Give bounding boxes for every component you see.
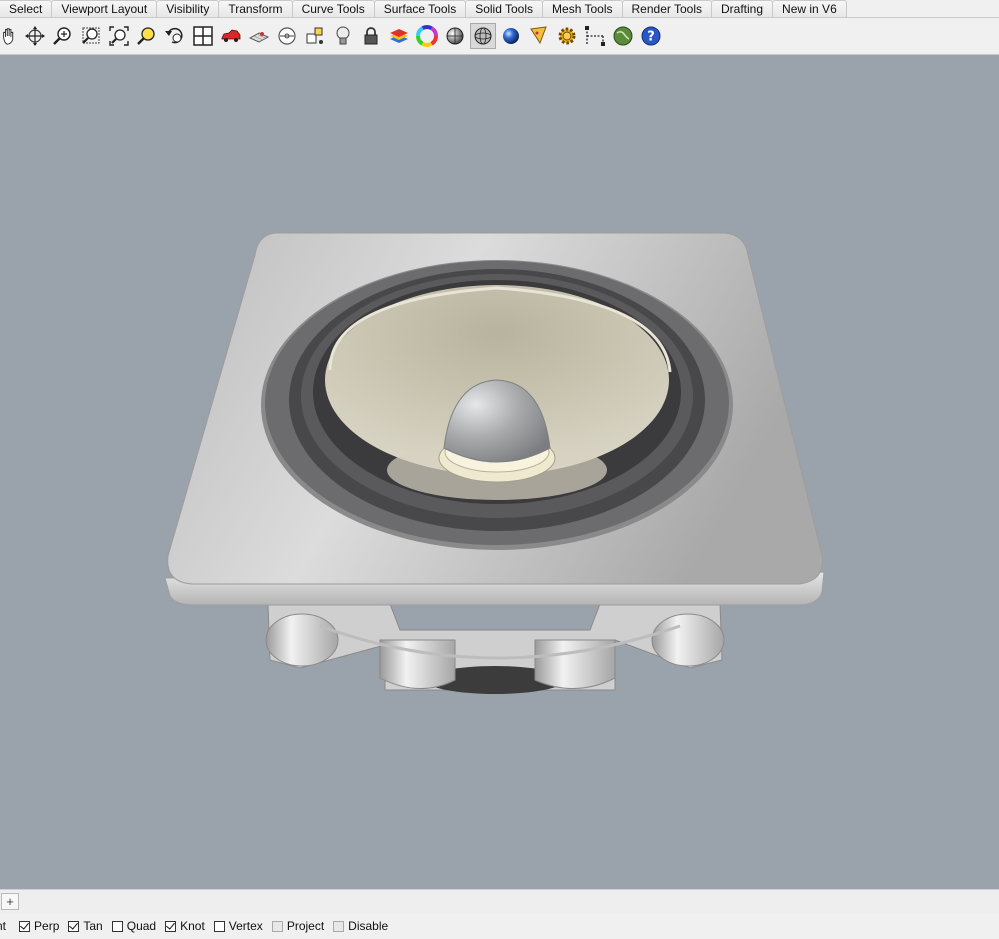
- svg-text:?: ?: [647, 30, 655, 45]
- snap-points-icon[interactable]: [302, 23, 328, 49]
- checkbox-vertex[interactable]: [213, 920, 225, 932]
- named-cplane-icon[interactable]: [246, 23, 272, 49]
- osnap-tan-label: Tan: [83, 919, 103, 933]
- options-gear-icon[interactable]: [554, 23, 580, 49]
- osnap-bar: nt Perp Tan Quad Knot Vertex Project Dis…: [0, 913, 999, 939]
- osnap-truncated-text: nt: [0, 919, 7, 933]
- add-button[interactable]: +: [1, 893, 19, 910]
- tab-mesh-tools[interactable]: Mesh Tools: [542, 0, 623, 17]
- zoom-window-icon[interactable]: [78, 23, 104, 49]
- cplane-icon[interactable]: [274, 23, 300, 49]
- tab-curve-tools[interactable]: Curve Tools: [291, 0, 375, 17]
- tab-select[interactable]: Select: [0, 0, 53, 17]
- osnap-knot-label: Knot: [180, 919, 205, 933]
- lightbulb-icon[interactable]: [330, 23, 356, 49]
- tab-drafting[interactable]: Drafting: [711, 0, 774, 17]
- osnap-tan[interactable]: Tan: [68, 919, 103, 933]
- osnap-perp[interactable]: Perp: [19, 919, 59, 933]
- tab-new-in-v6[interactable]: New in V6: [772, 0, 847, 17]
- osnap-truncated-label: nt: [0, 919, 6, 933]
- toolbar: ?: [0, 18, 999, 55]
- shaded-sphere-icon[interactable]: [442, 23, 468, 49]
- tab-solid-tools[interactable]: Solid Tools: [465, 0, 544, 17]
- checkbox-disable[interactable]: [333, 920, 345, 932]
- ghosted-sphere-icon[interactable]: [470, 23, 496, 49]
- display-options-icon[interactable]: [526, 23, 552, 49]
- zoom-selected-icon[interactable]: [134, 23, 160, 49]
- osnap-project[interactable]: Project: [271, 919, 325, 933]
- layers-icon[interactable]: [386, 23, 412, 49]
- lock-icon[interactable]: [358, 23, 384, 49]
- checkbox-perp[interactable]: [19, 920, 31, 932]
- globe-web-icon[interactable]: [610, 23, 636, 49]
- osnap-project-label: Project: [286, 919, 325, 933]
- osnap-quad-label: Quad: [126, 919, 157, 933]
- tab-surface-tools[interactable]: Surface Tools: [373, 0, 467, 17]
- osnap-perp-label: Perp: [34, 919, 60, 933]
- command-bar: +: [0, 889, 999, 914]
- checkbox-project[interactable]: [271, 920, 283, 932]
- dimension-tools-icon[interactable]: [582, 23, 608, 49]
- named-view-car-icon[interactable]: [218, 23, 244, 49]
- color-wheel-icon[interactable]: [414, 23, 440, 49]
- tab-transform[interactable]: Transform: [218, 0, 293, 17]
- checkbox-tan[interactable]: [68, 920, 80, 932]
- tab-render-tools[interactable]: Render Tools: [621, 0, 713, 17]
- checkbox-quad[interactable]: [111, 920, 123, 932]
- osnap-quad[interactable]: Quad: [111, 919, 157, 933]
- osnap-knot[interactable]: Knot: [165, 919, 205, 933]
- zoom-in-icon[interactable]: [50, 23, 76, 49]
- osnap-disable-label: Disable: [348, 919, 389, 933]
- perspective-viewport[interactable]: [0, 56, 999, 889]
- osnap-vertex-label: Vertex: [228, 919, 263, 933]
- rotate-view-icon[interactable]: [22, 23, 48, 49]
- ribbon-tab-strip: Select Viewport Layout Visibility Transf…: [0, 0, 999, 18]
- four-viewports-icon[interactable]: [190, 23, 216, 49]
- osnap-disable[interactable]: Disable: [333, 919, 388, 933]
- undo-view-icon[interactable]: [162, 23, 188, 49]
- osnap-vertex[interactable]: Vertex: [213, 919, 263, 933]
- tab-viewport-layout[interactable]: Viewport Layout: [51, 0, 158, 17]
- tab-visibility[interactable]: Visibility: [156, 0, 220, 17]
- rendered-sphere-icon[interactable]: [498, 23, 524, 49]
- checkbox-knot[interactable]: [165, 920, 177, 932]
- zoom-extents-icon[interactable]: [106, 23, 132, 49]
- pan-hand-icon[interactable]: [0, 23, 20, 49]
- speaker-model: [164, 232, 825, 694]
- help-icon[interactable]: ?: [638, 23, 664, 49]
